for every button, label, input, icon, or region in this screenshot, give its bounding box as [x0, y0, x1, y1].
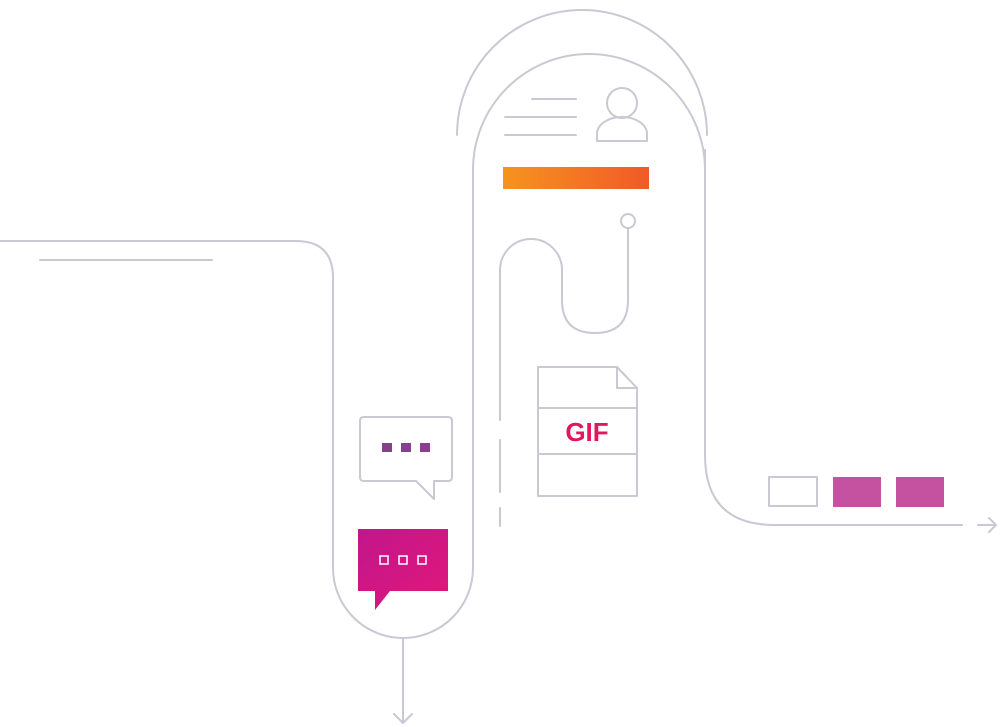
cable-connector — [499, 213, 636, 421]
chat-bubble-outline-icon — [359, 416, 453, 500]
illustration-canvas: GIF — [0, 0, 1000, 727]
workflow-illustration: GIF — [0, 9, 997, 724]
arrow-right-icon — [977, 517, 997, 533]
outer-arch — [456, 9, 708, 136]
orange-progress-bar — [503, 167, 649, 189]
profile-text-lines — [504, 98, 577, 136]
gif-file-icon: GIF — [537, 366, 638, 497]
chat-bubble-filled-icon — [358, 529, 448, 610]
gif-label: GIF — [565, 417, 608, 447]
user-profile-icon — [596, 87, 648, 142]
arrow-down-icon — [393, 637, 413, 724]
flow-path-main — [0, 53, 963, 639]
status-squares — [768, 476, 944, 507]
